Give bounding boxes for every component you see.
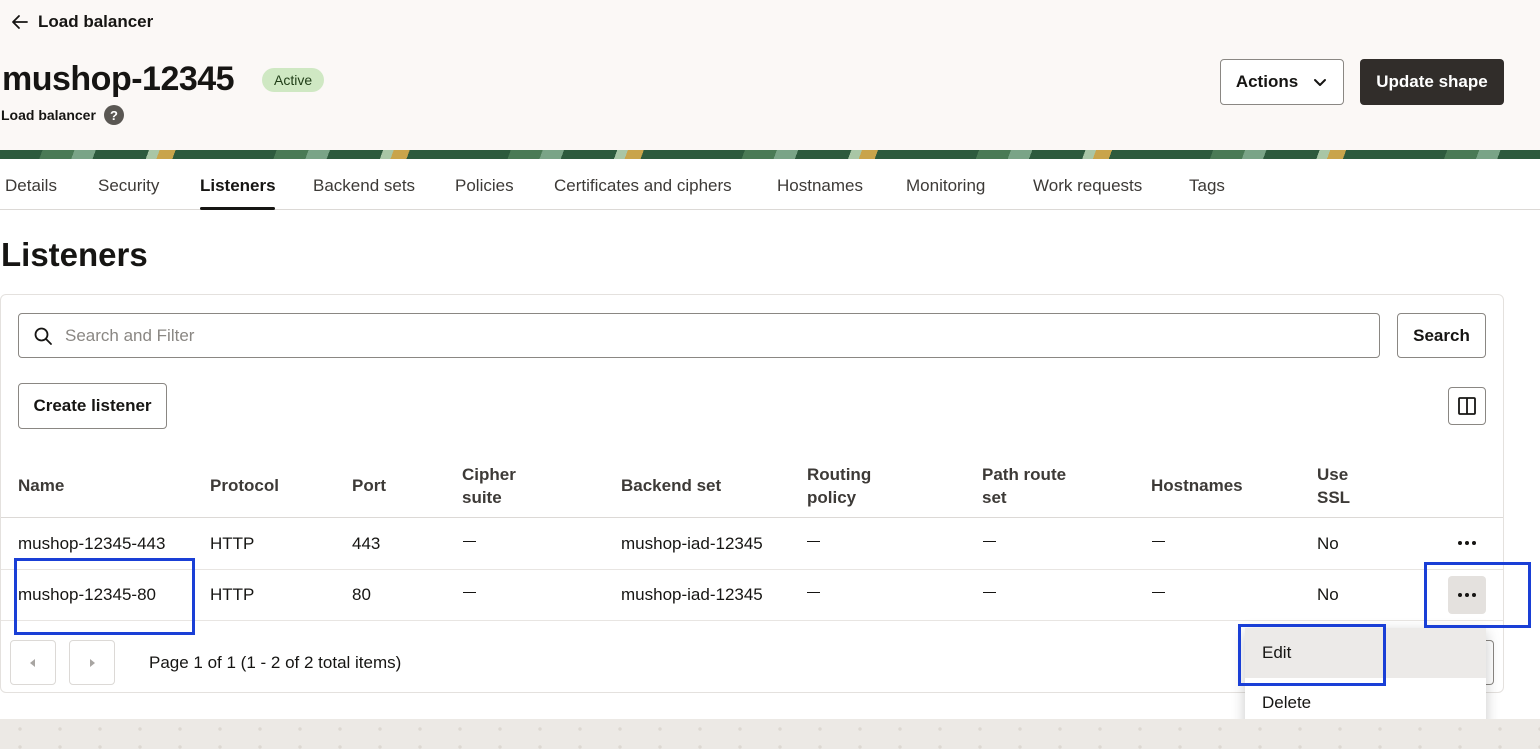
listener-protocol: HTTP (210, 534, 255, 553)
columns-icon (1458, 397, 1476, 415)
empty-value-dash (1152, 592, 1165, 593)
tab-certificates-and-ciphers[interactable]: Certificates and ciphers (554, 159, 732, 210)
column-header-routing-policy[interactable]: Routing policy (807, 463, 871, 509)
row-divider (1, 620, 1503, 621)
empty-value-dash (983, 541, 996, 542)
resource-type-label: Load balancer (1, 107, 96, 123)
ellipsis-dot (1465, 541, 1469, 545)
listener-port: 443 (352, 534, 381, 553)
pagination-status: Page 1 of 1 (1 - 2 of 2 total items) (149, 653, 402, 672)
actions-button-label: Actions (1235, 72, 1299, 91)
search-button[interactable]: Search (1397, 313, 1486, 358)
listener-name[interactable]: mushop-12345-443 (18, 534, 165, 554)
tab-policies[interactable]: Policies (455, 159, 514, 210)
search-field[interactable] (18, 313, 1380, 358)
tab-work-requests[interactable]: Work requests (1033, 159, 1142, 210)
listener-backend-set: mushop-iad-12345 (621, 585, 763, 604)
empty-value-dash (463, 592, 476, 593)
empty-value-dash (463, 541, 476, 542)
column-header-hostnames[interactable]: Hostnames (1151, 474, 1243, 497)
caret-left-icon (30, 658, 35, 667)
search-icon (34, 327, 52, 345)
column-header-text: Name (18, 476, 65, 495)
page-title: mushop-12345 (2, 60, 235, 98)
resource-type: Load balancer ? (1, 105, 124, 125)
menu-item-edit[interactable]: Edit (1245, 628, 1486, 678)
empty-value-dash (807, 592, 820, 593)
ellipsis-dot (1458, 593, 1462, 597)
actions-button[interactable]: Actions (1220, 59, 1344, 105)
tab-listeners[interactable]: Listeners (200, 159, 276, 210)
listener-port: 80 (352, 585, 371, 604)
listener-use-ssl: No (1317, 585, 1339, 604)
column-header-use-ssl[interactable]: Use SSL (1317, 463, 1350, 509)
column-header-cipher-suite[interactable]: Cipher suite (462, 463, 516, 509)
listener-name[interactable]: mushop-12345-80 (18, 585, 156, 605)
ellipsis-dot (1458, 541, 1462, 545)
status-badge: Active (262, 68, 325, 92)
table-header-divider (1, 517, 1503, 518)
section-title: Listeners (1, 236, 148, 273)
column-header-text: Port (352, 476, 386, 495)
create-listener-button[interactable]: Create listener (18, 383, 167, 429)
tab-monitoring[interactable]: Monitoring (906, 159, 985, 210)
column-header-text: policy (807, 488, 857, 507)
row-divider (1, 569, 1503, 570)
listener-protocol: HTTP (210, 585, 255, 604)
ellipsis-dot (1472, 541, 1476, 545)
next-page-button[interactable] (69, 640, 115, 685)
column-header-text: set (982, 488, 1007, 507)
row-actions-button[interactable] (1448, 576, 1486, 614)
column-header-protocol[interactable]: Protocol (210, 474, 279, 497)
empty-value-dash (807, 541, 820, 542)
column-header-text: Protocol (210, 476, 279, 495)
ellipsis-dot (1472, 593, 1476, 597)
tab-bar: Details Security Listeners Backend sets … (0, 159, 1540, 210)
empty-value-dash (1152, 541, 1165, 542)
column-header-text: Path route (982, 465, 1067, 484)
previous-page-button[interactable] (10, 640, 56, 685)
empty-value-dash (983, 592, 996, 593)
tab-hostnames[interactable]: Hostnames (777, 159, 863, 210)
column-header-text: SSL (1317, 488, 1351, 507)
caret-right-icon (90, 658, 95, 667)
back-link[interactable]: Load balancer (10, 12, 153, 32)
column-header-text: suite (462, 488, 502, 507)
ellipsis-dot (1465, 593, 1469, 597)
listener-backend-set: mushop-iad-12345 (621, 534, 763, 553)
tab-backend-sets[interactable]: Backend sets (313, 159, 415, 210)
column-header-text: Routing (807, 465, 872, 484)
search-input[interactable] (65, 325, 1345, 346)
tab-tags[interactable]: Tags (1189, 159, 1225, 210)
column-header-text: Backend set (621, 476, 722, 495)
chevron-down-icon (1314, 79, 1327, 86)
listener-use-ssl: No (1317, 534, 1339, 553)
column-header-path-route-set[interactable]: Path route set (982, 463, 1066, 509)
tab-details[interactable]: Details (5, 159, 57, 210)
column-layout-button[interactable] (1448, 387, 1486, 425)
column-header-backend-set[interactable]: Backend set (621, 474, 721, 497)
column-header-text: Cipher (462, 465, 516, 484)
decorative-banner (0, 150, 1540, 159)
decorative-footer (0, 719, 1540, 749)
column-header-name[interactable]: Name (18, 474, 64, 497)
arrow-left-icon (12, 15, 28, 29)
update-shape-button[interactable]: Update shape (1360, 59, 1504, 105)
column-header-text: Use (1317, 465, 1349, 484)
row-actions-button[interactable] (1448, 524, 1486, 562)
back-link-label: Load balancer (38, 12, 154, 31)
help-icon[interactable]: ? (103, 105, 124, 125)
column-header-text: Hostnames (1151, 476, 1243, 495)
tab-security[interactable]: Security (98, 159, 159, 210)
column-header-port[interactable]: Port (352, 474, 386, 497)
